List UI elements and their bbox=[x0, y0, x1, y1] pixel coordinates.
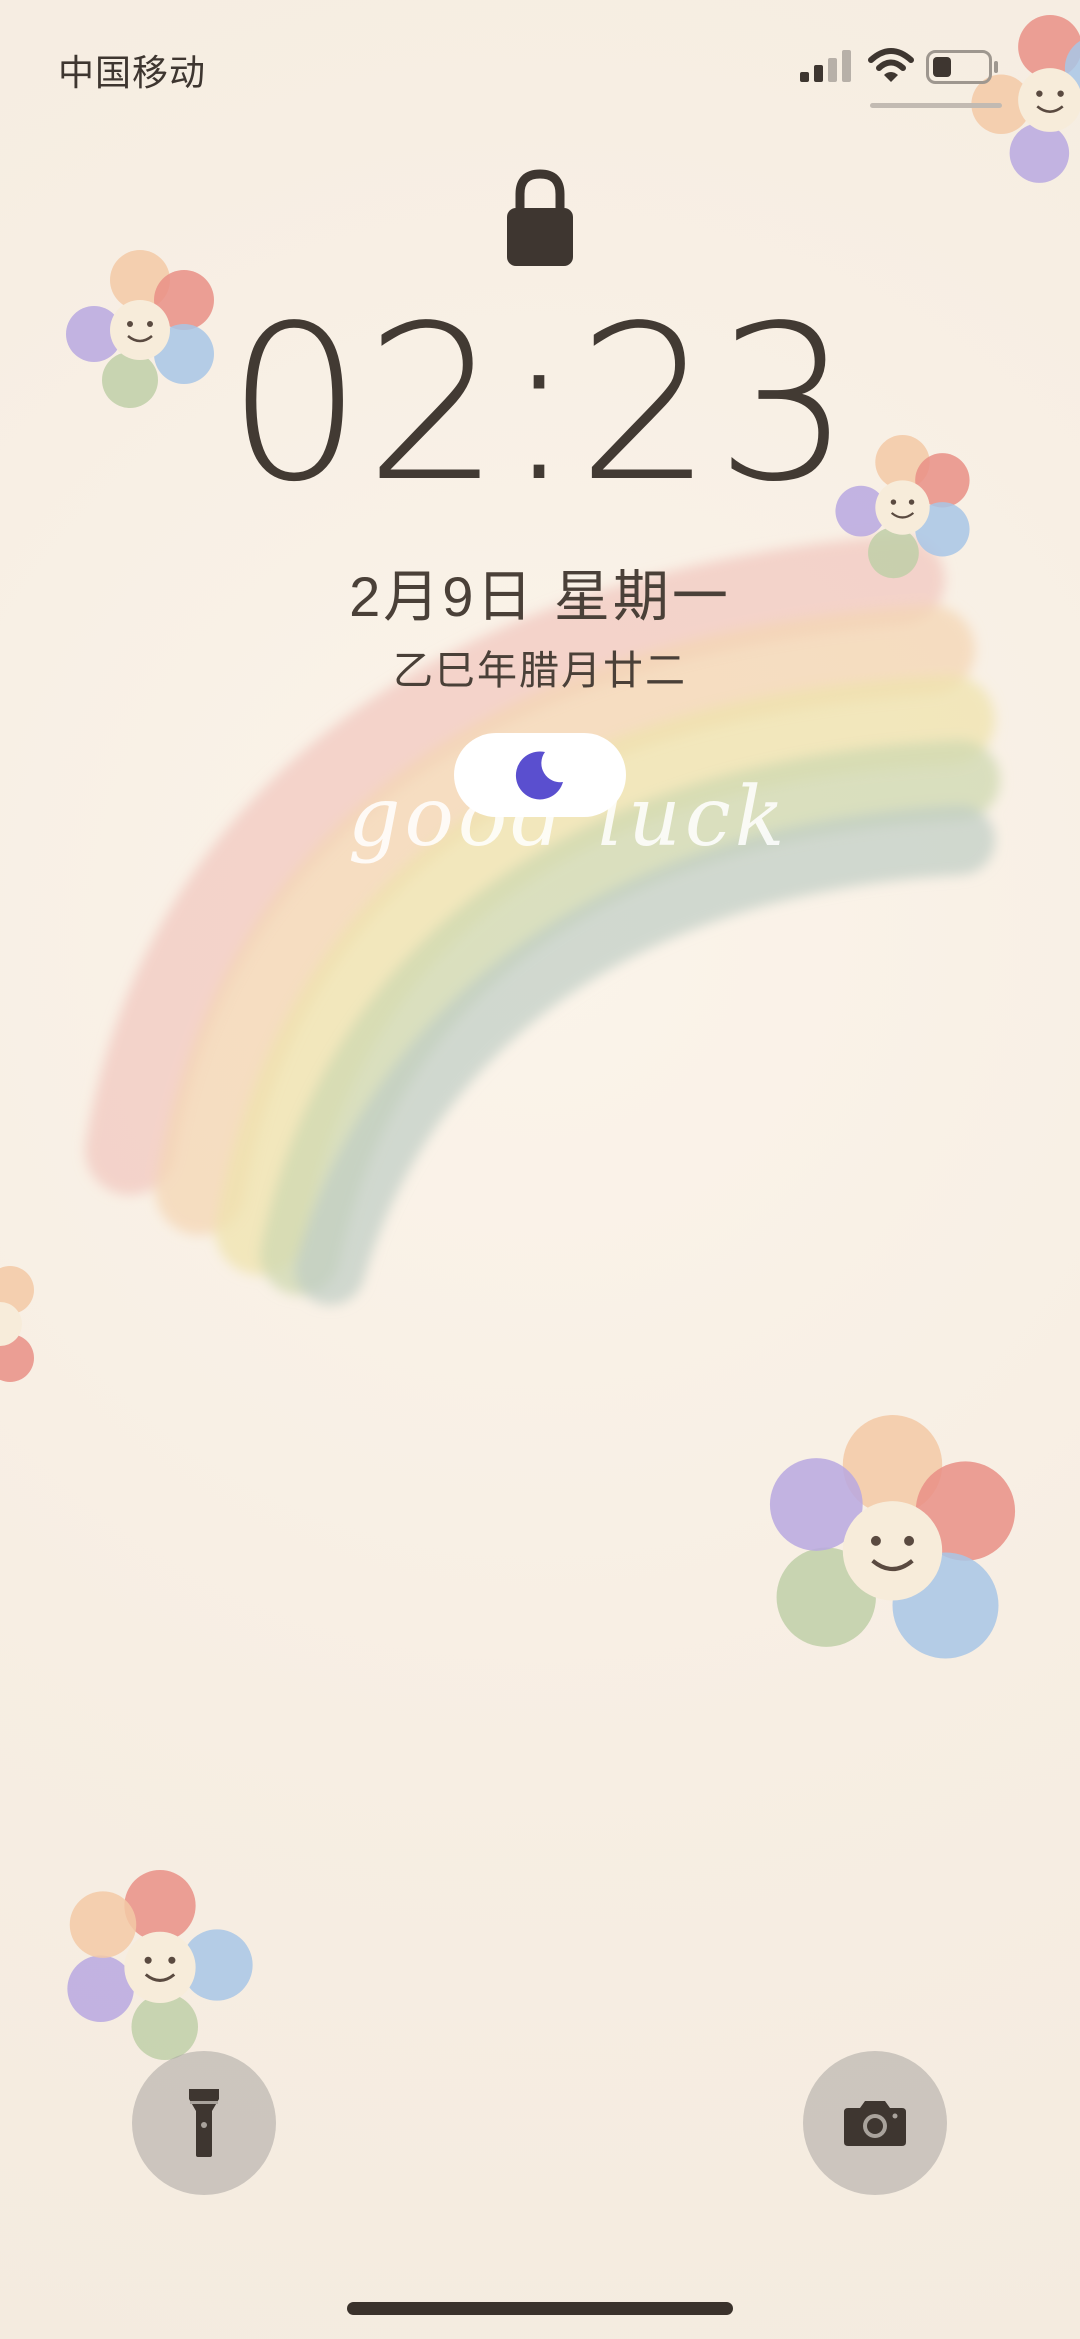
moon-icon bbox=[515, 751, 563, 800]
flower-decoration bbox=[769, 1415, 1016, 1659]
status-icons bbox=[800, 46, 1040, 86]
lunar-date: 乙巳年腊月廿二 bbox=[393, 649, 687, 693]
carrier-label: 中国移动 bbox=[58, 52, 207, 93]
flower-decoration bbox=[67, 1870, 253, 2060]
camera-icon bbox=[844, 2101, 906, 2146]
lock-screen-clock: 02:23 bbox=[226, 280, 854, 529]
top-swipe-indicator[interactable] bbox=[870, 103, 1002, 108]
lock-screen-date: 2月9日 星期一 bbox=[349, 565, 731, 628]
focus-mode-indicator[interactable] bbox=[454, 733, 626, 817]
camera-button[interactable] bbox=[803, 2051, 947, 2195]
flashlight-button[interactable] bbox=[132, 2051, 276, 2195]
flashlight-icon bbox=[189, 2089, 219, 2157]
padlock-icon bbox=[507, 169, 573, 266]
wifi-icon bbox=[868, 48, 914, 82]
status-bar: 中国移动 bbox=[0, 0, 1080, 130]
battery-icon bbox=[926, 50, 998, 84]
flower-decoration bbox=[0, 1266, 34, 1382]
home-indicator[interactable] bbox=[347, 2302, 733, 2315]
cellular-signal-icon bbox=[800, 50, 851, 82]
